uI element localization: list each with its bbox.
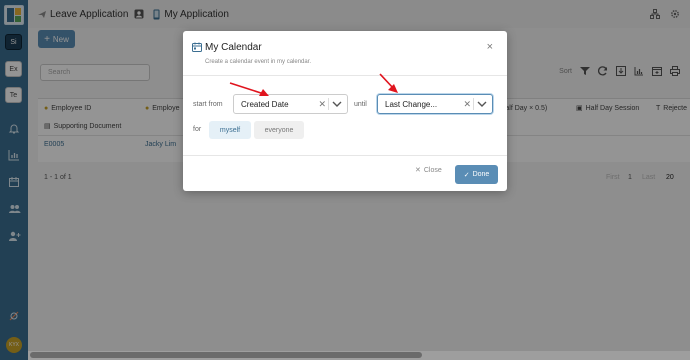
until-field-value: Last Change...	[385, 99, 438, 109]
done-button[interactable]: ✓ Done	[455, 165, 498, 184]
close-icon[interactable]: ×	[487, 41, 493, 53]
clear-icon[interactable]: ✕	[463, 99, 471, 110]
clear-icon[interactable]: ✕	[318, 99, 326, 110]
option-everyone[interactable]: everyone	[254, 121, 304, 139]
chevron-down-icon[interactable]	[332, 100, 342, 108]
close-icon: ✕	[415, 167, 421, 174]
calendar-icon	[192, 42, 202, 52]
dialog-subtitle: Create a calendar event in my calendar.	[205, 59, 312, 65]
for-label: for	[193, 126, 202, 133]
until-label: until	[354, 101, 367, 108]
chevron-down-icon[interactable]	[477, 100, 487, 108]
until-field-select[interactable]: Last Change... ✕	[377, 94, 493, 114]
start-field-value: Created Date	[241, 99, 289, 109]
dialog-footer-divider	[183, 155, 507, 156]
close-button-label: Close	[423, 166, 442, 174]
dialog-divider	[183, 75, 507, 76]
check-icon: ✓	[463, 171, 470, 179]
start-field-select[interactable]: Created Date ✕	[233, 94, 348, 114]
scrollbar-thumb[interactable]	[30, 352, 422, 358]
calendar-dialog: My Calendar Create a calendar event in m…	[183, 31, 507, 191]
option-myself[interactable]: myself	[209, 121, 251, 139]
start-label: start from	[193, 101, 223, 108]
done-button-label: Done	[472, 171, 490, 178]
dialog-title: My Calendar	[205, 42, 262, 53]
close-button[interactable]: ✕ Close	[415, 166, 442, 175]
